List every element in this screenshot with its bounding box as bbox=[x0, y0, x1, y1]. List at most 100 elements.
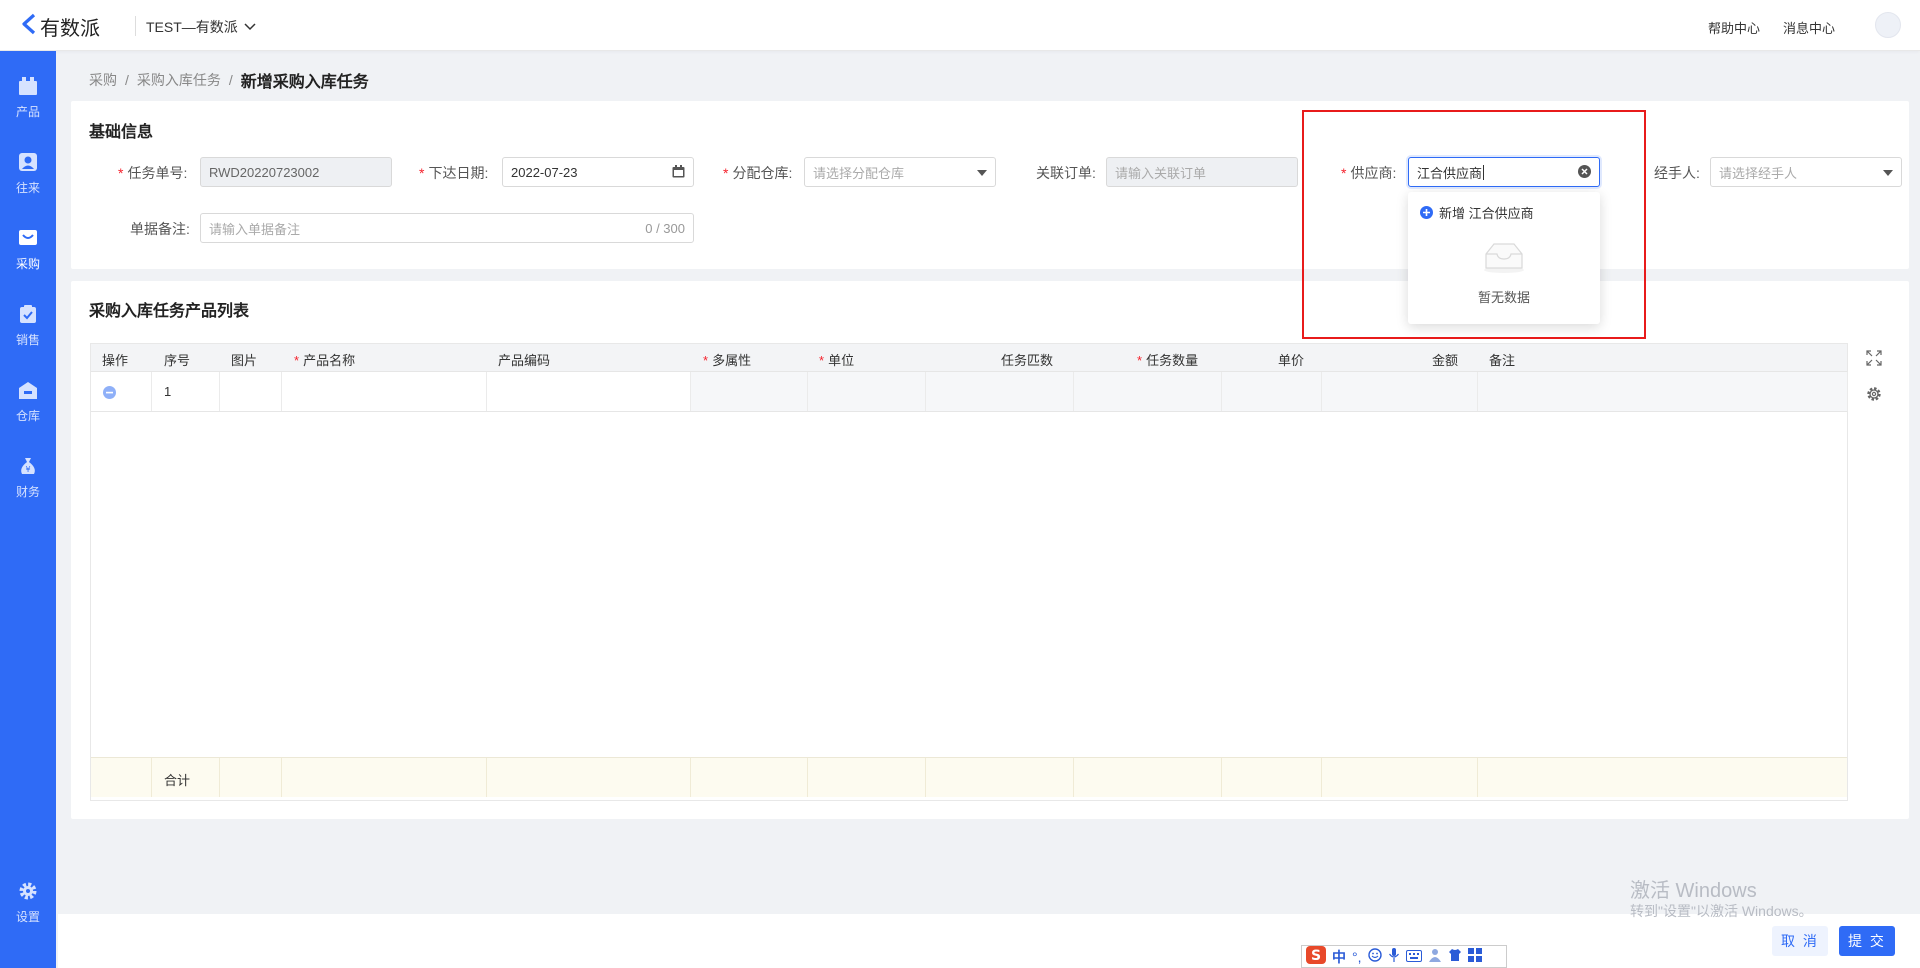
col-attributes: * 多属性 bbox=[703, 353, 752, 368]
sidebar-item-warehouse[interactable]: 仓库 bbox=[0, 379, 56, 439]
sidebar: 产品 往来 采购 销售 仓库 ¥ 财务 设置 bbox=[0, 51, 56, 968]
top-bar: 有数派 TEST—有数派 帮助中心 消息中心 bbox=[0, 0, 1920, 51]
breadcrumb-purchase-inbound-task[interactable]: 采购入库任务 bbox=[137, 70, 221, 90]
col-unit: * 单位 bbox=[819, 353, 855, 368]
basic-info-title: 基础信息 bbox=[89, 124, 154, 141]
sidebar-item-label: 仓库 bbox=[15, 409, 40, 423]
ime-punctuation[interactable]: °, bbox=[1352, 949, 1362, 965]
gear-icon bbox=[17, 880, 39, 902]
skin-shirt-icon[interactable] bbox=[1448, 948, 1462, 965]
col-amount: 金额 bbox=[1432, 353, 1459, 368]
remark-counter: 0 / 300 bbox=[645, 221, 685, 236]
task-no-label: * 任务单号: bbox=[118, 165, 188, 181]
activation-watermark-title: 激活 Windows bbox=[1630, 880, 1757, 902]
total-label: 合计 bbox=[164, 773, 191, 788]
col-index: 序号 bbox=[164, 353, 191, 368]
table-row: 1 bbox=[91, 372, 1848, 412]
product-list-title: 采购入库任务产品列表 bbox=[89, 303, 250, 320]
sidebar-item-settings[interactable]: 设置 bbox=[0, 880, 56, 940]
submit-button[interactable]: 提 交 bbox=[1839, 926, 1895, 956]
cart-icon bbox=[17, 227, 39, 249]
toolbox-grid-icon[interactable] bbox=[1467, 948, 1482, 965]
sidebar-item-label: 设置 bbox=[15, 910, 40, 924]
breadcrumb-separator: / bbox=[125, 72, 129, 88]
gear-icon[interactable] bbox=[1866, 386, 1882, 405]
user-voice-icon[interactable] bbox=[1428, 948, 1442, 965]
box-icon bbox=[17, 75, 39, 97]
col-remark: 备注 bbox=[1489, 353, 1516, 368]
linked-order-placeholder: 请输入关联订单 bbox=[1115, 165, 1207, 181]
task-no-value: RWD20220723002 bbox=[209, 164, 320, 180]
remove-row-icon[interactable] bbox=[103, 386, 116, 402]
row-index: 1 bbox=[164, 384, 172, 399]
sidebar-item-contacts[interactable]: 往来 bbox=[0, 151, 56, 211]
sidebar-item-label: 采购 bbox=[15, 257, 40, 271]
page-title: 新增采购入库任务 bbox=[240, 74, 369, 91]
sidebar-item-purchase[interactable]: 采购 bbox=[0, 227, 56, 287]
col-product-code: 产品编码 bbox=[498, 353, 551, 368]
sidebar-item-label: 销售 bbox=[15, 333, 40, 347]
breadcrumb-separator: / bbox=[228, 72, 233, 88]
caret-down-icon bbox=[977, 167, 987, 179]
task-no-field[interactable]: RWD20220723002 bbox=[200, 157, 392, 187]
warehouse-select[interactable]: 请选择分配仓库 bbox=[804, 157, 996, 187]
sidebar-item-product[interactable]: 产品 bbox=[0, 75, 56, 135]
svg-text:S: S bbox=[1311, 948, 1321, 964]
remark-input[interactable]: 请输入单据备注 0 / 300 bbox=[200, 213, 694, 243]
warehouse-icon bbox=[17, 379, 39, 401]
cancel-button[interactable]: 取 消 bbox=[1772, 926, 1828, 956]
activation-watermark-subtitle: 转到"设置"以激活 Windows。 bbox=[1630, 903, 1813, 919]
linked-order-label: 关联订单: bbox=[1036, 165, 1096, 181]
avatar[interactable] bbox=[1875, 12, 1901, 38]
issue-date-label: * 下达日期: bbox=[419, 165, 489, 181]
col-task-quantity: * 任务数量 bbox=[1137, 353, 1199, 368]
logo-text: 有数派 bbox=[40, 18, 100, 40]
keyboard-icon[interactable] bbox=[1405, 949, 1422, 965]
money-bag-icon: ¥ bbox=[17, 455, 39, 477]
issue-date-picker[interactable]: 2022-07-23 bbox=[502, 157, 694, 187]
svg-text:¥: ¥ bbox=[25, 465, 30, 474]
caret-down-icon bbox=[1883, 167, 1893, 179]
fullscreen-icon[interactable] bbox=[1866, 350, 1882, 369]
col-action: 操作 bbox=[102, 353, 129, 368]
warehouse-placeholder: 请选择分配仓库 bbox=[813, 165, 905, 181]
handler-select[interactable]: 请选择经手人 bbox=[1710, 157, 1902, 187]
col-task-rolls: 任务匹数 bbox=[1001, 353, 1054, 368]
app-logo[interactable]: 有数派 bbox=[20, 12, 100, 41]
breadcrumb: 采购 / 采购入库任务 / 新增采购入库任务 bbox=[89, 68, 369, 92]
col-unit-price: 单价 bbox=[1278, 353, 1305, 368]
warehouse-label: * 分配仓库: bbox=[723, 165, 793, 181]
footer-bar bbox=[58, 914, 1920, 968]
sidebar-item-finance[interactable]: ¥ 财务 bbox=[0, 455, 56, 515]
table-total-row: 合计 bbox=[91, 757, 1847, 797]
header-divider bbox=[135, 16, 136, 36]
col-product-name: * 产品名称 bbox=[294, 353, 356, 368]
remark-placeholder: 请输入单据备注 bbox=[209, 221, 301, 237]
sidebar-item-sales[interactable]: 销售 bbox=[0, 303, 56, 363]
emoji-icon[interactable] bbox=[1367, 948, 1382, 965]
help-center-link[interactable]: 帮助中心 bbox=[1708, 18, 1760, 37]
org-selector[interactable]: TEST—有数派 bbox=[146, 17, 256, 37]
microphone-icon[interactable] bbox=[1388, 948, 1400, 965]
linked-order-field[interactable]: 请输入关联订单 bbox=[1106, 157, 1298, 187]
handler-placeholder: 请选择经手人 bbox=[1719, 165, 1798, 181]
chevron-down-icon bbox=[244, 23, 256, 31]
sidebar-item-label: 财务 bbox=[15, 485, 40, 499]
ime-toolbar: S 中 °, bbox=[1301, 945, 1507, 968]
table-header: 操作 序号 图片 * 产品名称 产品编码 * 多属性 * 单位 任务匹数 * 任务数量 … bbox=[91, 344, 1847, 372]
breadcrumb-purchase[interactable]: 采购 bbox=[89, 70, 117, 90]
handler-label: 经手人: bbox=[1654, 165, 1700, 181]
message-center-link[interactable]: 消息中心 bbox=[1783, 18, 1835, 37]
clipboard-icon bbox=[17, 303, 39, 325]
contact-icon bbox=[17, 151, 39, 173]
org-name: TEST—有数派 bbox=[146, 19, 238, 35]
sidebar-item-label: 产品 bbox=[15, 105, 40, 119]
ime-mode[interactable]: 中 bbox=[1332, 947, 1346, 967]
col-image: 图片 bbox=[231, 353, 258, 368]
product-table: 操作 序号 图片 * 产品名称 产品编码 * 多属性 * 单位 任务匹数 * 任务数量 … bbox=[90, 343, 1848, 801]
sogou-logo-icon[interactable]: S bbox=[1306, 946, 1326, 967]
sidebar-item-label: 往来 bbox=[15, 181, 40, 195]
highlight-frame bbox=[1302, 110, 1646, 339]
remark-label: 单据备注: bbox=[130, 221, 190, 237]
logo-mark-icon bbox=[20, 13, 38, 41]
